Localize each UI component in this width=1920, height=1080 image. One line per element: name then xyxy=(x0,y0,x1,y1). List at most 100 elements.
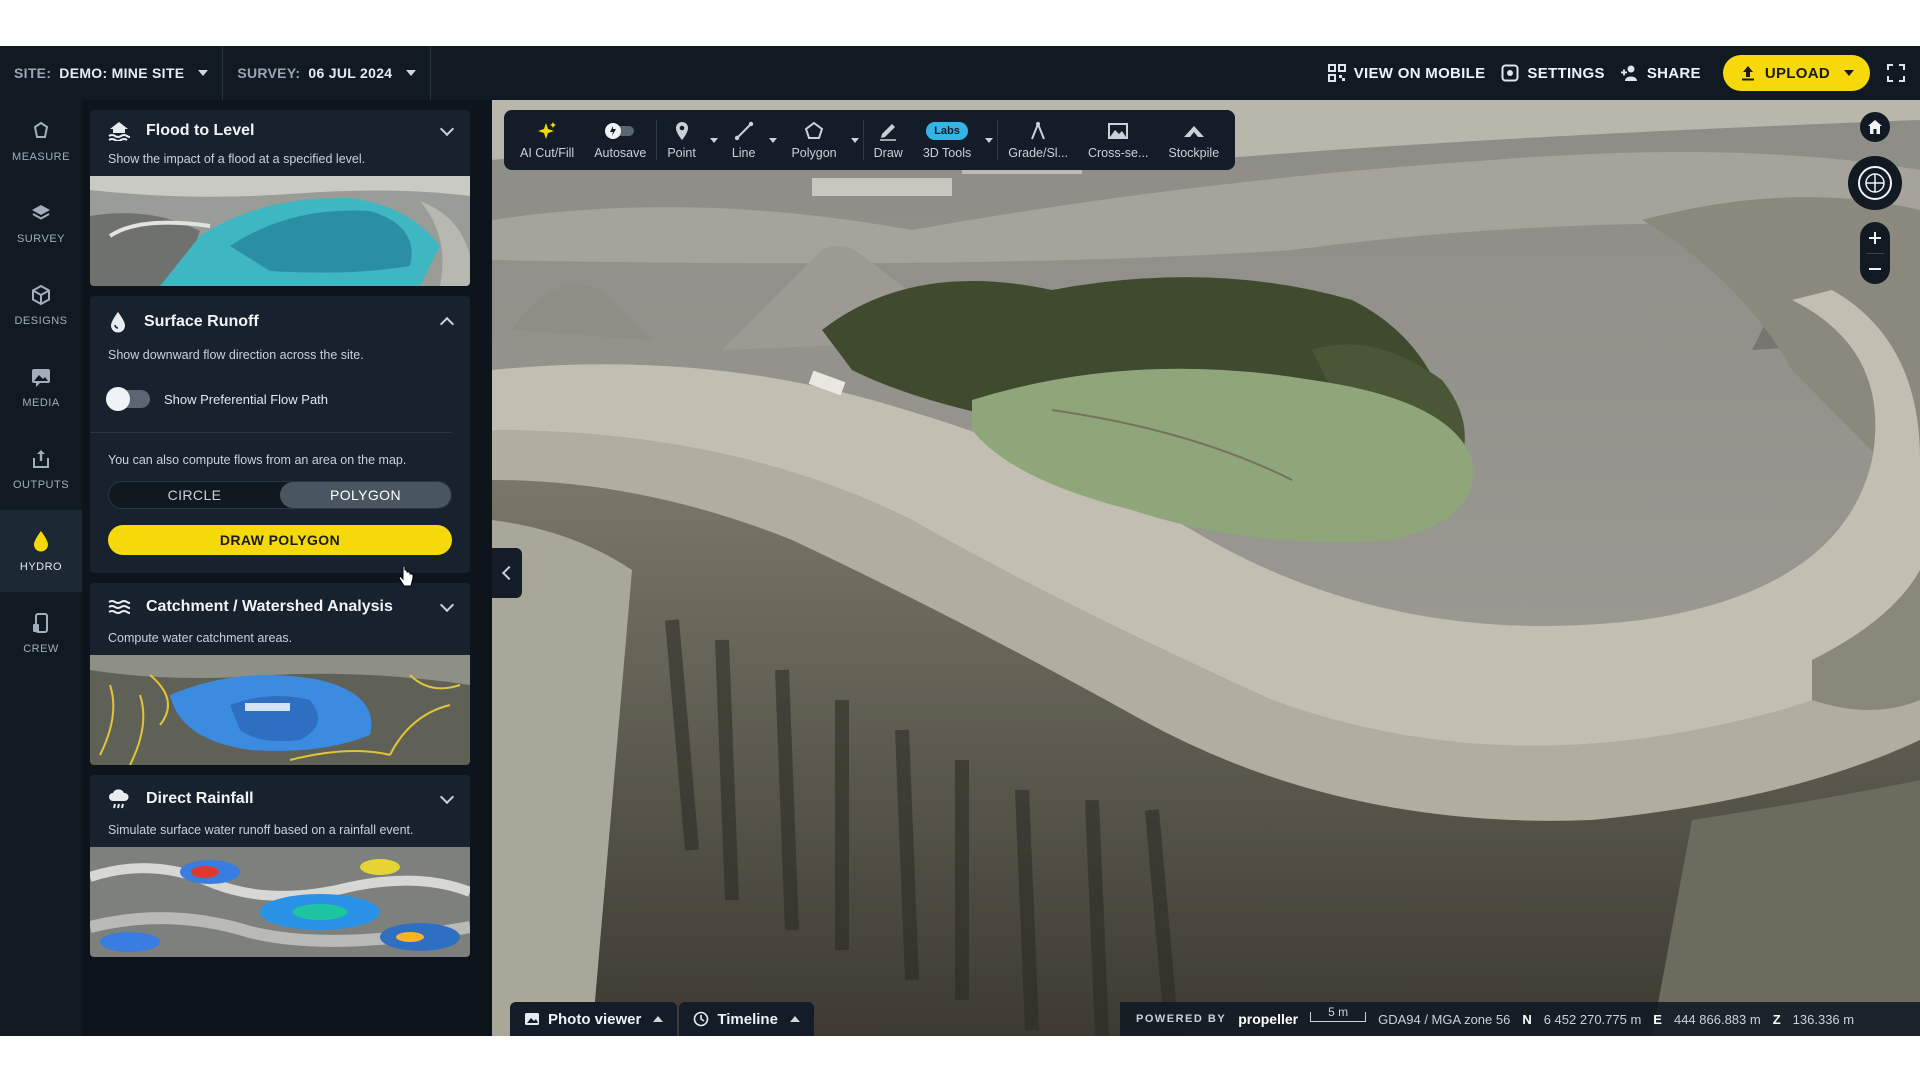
flood-preview-image xyxy=(90,176,470,286)
phone-icon xyxy=(29,611,53,635)
propeller-logo: propeller xyxy=(1238,1011,1299,1027)
settings-button[interactable]: SETTINGS xyxy=(1501,64,1605,82)
tool-label: Line xyxy=(731,145,756,160)
tool-label: AI Cut/Fill xyxy=(520,145,575,160)
tool-stockpile[interactable]: Stockpile xyxy=(1158,112,1229,168)
settings-label: SETTINGS xyxy=(1527,64,1605,82)
tool-draw[interactable]: Draw xyxy=(864,112,913,168)
rail-item-survey[interactable]: SURVEY xyxy=(0,182,82,264)
rail-item-designs[interactable]: DESIGNS xyxy=(0,264,82,346)
labs-badge: Labs xyxy=(926,121,968,140)
flood-to-level-header[interactable]: Flood to Level xyxy=(90,110,470,152)
timeline-tab[interactable]: Timeline xyxy=(679,1002,814,1036)
compass-button[interactable] xyxy=(1848,156,1902,210)
compass-icon xyxy=(1858,166,1892,200)
polygon-option[interactable]: POLYGON xyxy=(280,482,451,508)
site-value: DEMO: MINE SITE xyxy=(59,65,185,81)
rail-item-label: OUTPUTS xyxy=(12,479,70,491)
upload-button[interactable]: UPLOAD xyxy=(1722,55,1870,91)
map-3d-view[interactable] xyxy=(492,100,1920,1036)
tool-polygon[interactable]: Polygon xyxy=(781,112,846,168)
card-title: Direct Rainfall xyxy=(146,790,254,807)
rail-item-label: CREW xyxy=(23,643,59,655)
rail-item-label: MEDIA xyxy=(22,397,60,409)
chevron-down-icon xyxy=(198,70,209,76)
elevation-label: Z xyxy=(1772,1011,1781,1027)
tool-label: Draw xyxy=(873,145,903,160)
site-selector[interactable]: SITE: DEMO: MINE SITE xyxy=(0,46,224,100)
zoom-in-icon[interactable] xyxy=(1868,231,1882,245)
catchment-header[interactable]: Catchment / Watershed Analysis xyxy=(90,583,470,631)
rail-item-label: DESIGNS xyxy=(14,315,68,327)
rail-item-outputs[interactable]: OUTPUTS xyxy=(0,428,82,510)
mouse-cursor-icon xyxy=(398,566,414,587)
rail-item-media[interactable]: MEDIA xyxy=(0,346,82,428)
scale-label: 5 m xyxy=(1328,1005,1349,1019)
tool-ai-cut-fill[interactable]: AI Cut/Fill xyxy=(510,112,584,168)
tool-point[interactable]: Point xyxy=(657,112,706,168)
card-description: Show downward flow direction across the … xyxy=(108,348,364,362)
direct-rainfall-card: Direct Rainfall Simulate surface water r… xyxy=(90,775,470,957)
chevron-down-icon[interactable] xyxy=(985,137,994,143)
export-icon xyxy=(29,447,53,471)
survey-value: 06 JUL 2024 xyxy=(308,65,393,81)
fullscreen-icon[interactable] xyxy=(1886,63,1906,83)
easting-value: 444 866.883 m xyxy=(1673,1011,1761,1027)
home-button[interactable] xyxy=(1860,112,1890,142)
chevron-down-icon[interactable] xyxy=(850,137,859,143)
flow-path-toggle-row: Show Preferential Flow Path xyxy=(90,372,452,433)
tool-autosave[interactable]: Autosave xyxy=(584,112,656,168)
view-on-mobile-button[interactable]: VIEW ON MOBILE xyxy=(1327,64,1486,82)
tool-3d-tools[interactable]: Labs 3D Tools xyxy=(913,112,981,168)
tool-label: 3D Tools xyxy=(922,145,972,160)
rail-item-label: SURVEY xyxy=(16,233,66,245)
upload-label: UPLOAD xyxy=(1764,64,1830,82)
share-label: SHARE xyxy=(1646,64,1701,82)
flow-path-toggle[interactable] xyxy=(106,387,150,411)
tool-grade-slope[interactable]: Grade/Sl... xyxy=(998,112,1078,168)
water-drop-icon xyxy=(111,312,125,333)
collapse-panel-button[interactable] xyxy=(492,548,522,598)
draw-polygon-button[interactable]: DRAW POLYGON xyxy=(108,525,452,555)
share-button[interactable]: SHARE xyxy=(1620,64,1701,82)
surface-runoff-header[interactable]: Surface Runoff xyxy=(90,296,470,348)
chevron-up-icon[interactable] xyxy=(439,316,455,332)
shape-segmented-control: CIRCLE POLYGON xyxy=(108,481,452,509)
scale-bar: 5 m xyxy=(1310,1006,1367,1022)
rail-item-hydro[interactable]: HYDRO xyxy=(0,510,82,592)
polygon-icon xyxy=(804,121,824,141)
tool-cross-section[interactable]: Cross-se... xyxy=(1078,112,1158,168)
view-on-mobile-label: VIEW ON MOBILE xyxy=(1353,64,1486,82)
rail-item-measure[interactable]: MEASURE xyxy=(0,100,82,182)
zoom-divider xyxy=(1866,252,1884,254)
zoom-controls xyxy=(1860,222,1890,284)
waves-icon xyxy=(108,600,130,614)
chevron-down-icon[interactable] xyxy=(439,789,455,805)
zoom-out-icon[interactable] xyxy=(1868,262,1882,276)
chevron-down-icon[interactable] xyxy=(439,121,455,137)
chevron-down-icon[interactable] xyxy=(709,137,718,143)
circle-option[interactable]: CIRCLE xyxy=(109,482,280,508)
grade-icon xyxy=(1028,120,1048,141)
card-description: Show the impact of a flood at a specifie… xyxy=(108,152,366,166)
upload-icon xyxy=(1741,66,1754,81)
site-label: SITE: xyxy=(14,65,52,81)
pencil-icon xyxy=(878,121,898,141)
chevron-down-icon[interactable] xyxy=(439,597,455,613)
chevron-down-icon[interactable] xyxy=(1844,70,1854,76)
direct-rainfall-header[interactable]: Direct Rainfall xyxy=(90,775,470,823)
tool-line[interactable]: Line xyxy=(722,112,766,168)
tool-label: Stockpile xyxy=(1168,145,1220,160)
photo-viewer-tab[interactable]: Photo viewer xyxy=(510,1002,678,1036)
app-window: SITE: DEMO: MINE SITE SURVEY: 06 JUL 202… xyxy=(0,46,1920,1036)
chevron-down-icon[interactable] xyxy=(769,137,778,143)
chevron-up-icon xyxy=(653,1016,664,1022)
rail-item-label: MEASURE xyxy=(12,151,70,163)
rain-cloud-icon xyxy=(109,789,129,809)
rail-item-crew[interactable]: CREW xyxy=(0,592,82,674)
catchment-preview-image xyxy=(90,655,470,765)
survey-selector[interactable]: SURVEY: 06 JUL 2024 xyxy=(223,46,432,100)
survey-label: SURVEY: xyxy=(237,65,301,81)
measure-icon xyxy=(29,119,53,143)
toggle-label: Show Preferential Flow Path xyxy=(164,391,329,407)
